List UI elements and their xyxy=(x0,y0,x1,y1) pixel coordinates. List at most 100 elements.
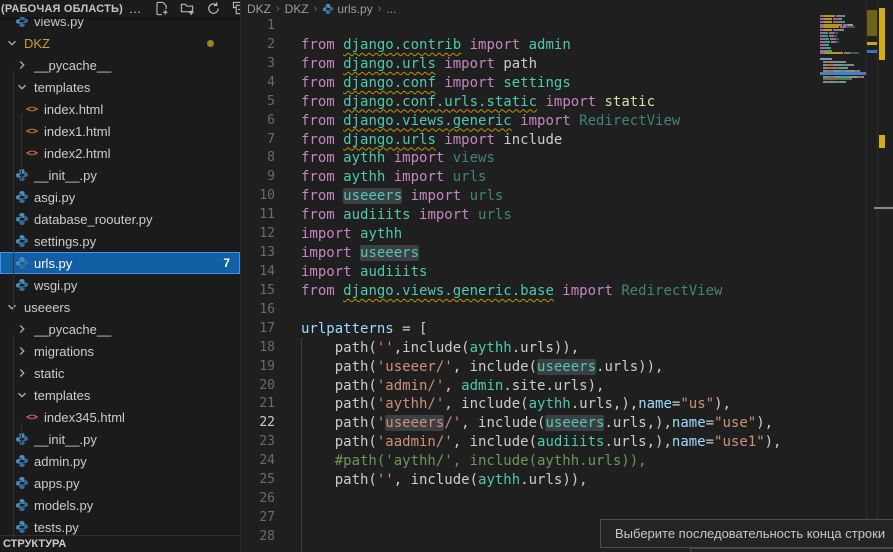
code-line-9[interactable]: 9from aythh import urls xyxy=(241,168,863,187)
tree-item-DKZ[interactable]: DKZ xyxy=(0,32,240,54)
explorer-section-header[interactable]: (РАБОЧАЯ ОБЛАСТЬ) … xyxy=(0,0,240,17)
line-number: 20 xyxy=(241,377,275,396)
python-icon xyxy=(14,16,30,29)
tree-item-index2.html[interactable]: <>index2.html xyxy=(0,142,240,164)
tree-item-label: __pycache__ xyxy=(34,322,111,337)
code-line-25[interactable]: 25 path('', include(aythh.urls)), xyxy=(241,471,863,490)
code-line-8[interactable]: 8from aythh import views xyxy=(241,149,863,168)
code-line-2[interactable]: 2from django.contrib import admin xyxy=(241,36,863,55)
workspace-title: (РАБОЧАЯ ОБЛАСТЬ) xyxy=(1,3,123,15)
code-line-22[interactable]: 22 path('useeers/', include(useeers.urls… xyxy=(241,414,863,433)
tree-item-urls.py[interactable]: urls.py7 xyxy=(0,252,240,274)
minimap-current-line xyxy=(820,72,866,75)
new-file-icon[interactable] xyxy=(153,1,170,17)
collapse-folders-icon[interactable] xyxy=(231,1,241,17)
tree-item-database_roouter.py[interactable]: database_roouter.py xyxy=(0,208,240,230)
code-line-20[interactable]: 20 path('admin/', admin.site.urls), xyxy=(241,377,863,396)
overview-ruler-warning-marker[interactable] xyxy=(879,8,885,60)
tree-item-__init__.py[interactable]: __init__.py xyxy=(0,164,240,186)
code-line-15[interactable]: 15from django.views.generic.base import … xyxy=(241,282,863,301)
line-content: from audiiits import urls xyxy=(275,206,512,225)
line-content: from django.views.generic import Redirec… xyxy=(275,112,680,131)
code-line-23[interactable]: 23 path('aadmin/', include(audiiits.urls… xyxy=(241,433,863,452)
line-content: from aythh import urls xyxy=(275,168,486,187)
breadcrumb-separator: › xyxy=(312,3,320,15)
chevron-right-icon xyxy=(14,365,30,381)
breadcrumb-item-urls.py[interactable]: urls.py xyxy=(337,2,372,16)
tree-item-asgi.py[interactable]: asgi.py xyxy=(0,186,240,208)
problems-badge: 7 xyxy=(223,256,230,270)
tree-indent-guide xyxy=(21,114,22,180)
code-line-6[interactable]: 6from django.views.generic import Redire… xyxy=(241,112,863,131)
code-line-12[interactable]: 12import aythh xyxy=(241,225,863,244)
scrollbar-slider-edge[interactable] xyxy=(874,207,893,209)
minimap[interactable] xyxy=(820,12,866,108)
line-content: import aythh xyxy=(275,225,402,244)
python-icon xyxy=(14,233,30,249)
code-line-13[interactable]: 13import useeers xyxy=(241,244,863,263)
outline-header-label: СТРУКТУРА xyxy=(3,538,66,550)
code-area[interactable]: 12from django.contrib import admin3from … xyxy=(241,17,863,547)
tree-item-settings.py[interactable]: settings.py xyxy=(0,230,240,252)
tree-item-label: views.py xyxy=(34,16,84,29)
code-line-1[interactable]: 1 xyxy=(241,17,863,36)
python-icon xyxy=(14,211,30,227)
tree-item-templates[interactable]: templates xyxy=(0,384,240,406)
chevron-down-icon xyxy=(4,35,20,51)
overview-ruler-warning-marker[interactable] xyxy=(879,135,885,148)
code-line-26[interactable]: 26 xyxy=(241,490,863,509)
minimap-line xyxy=(820,90,866,93)
tree-item-label: DKZ xyxy=(24,36,50,51)
code-line-14[interactable]: 14import audiiits xyxy=(241,263,863,282)
code-line-17[interactable]: 17urlpatterns = [ xyxy=(241,320,863,339)
tree-item-__init__.py[interactable]: __init__.py xyxy=(0,428,240,450)
code-line-11[interactable]: 11from audiiits import urls xyxy=(241,206,863,225)
line-number: 12 xyxy=(241,225,275,244)
line-content xyxy=(275,301,301,320)
tree-item-label: index.html xyxy=(44,102,103,117)
line-number: 1 xyxy=(241,17,275,36)
code-line-7[interactable]: 7from django.urls import include xyxy=(241,131,863,150)
tree-item-__pycache__[interactable]: __pycache__ xyxy=(0,54,240,76)
code-line-16[interactable]: 16 xyxy=(241,301,863,320)
line-content: from useeers import urls xyxy=(275,187,503,206)
code-line-4[interactable]: 4from django.conf import settings xyxy=(241,74,863,93)
code-line-5[interactable]: 5from django.conf.urls.static import sta… xyxy=(241,93,863,112)
code-line-19[interactable]: 19 path('useeer/', include(useeers.urls)… xyxy=(241,358,863,377)
code-line-3[interactable]: 3from django.urls import path xyxy=(241,55,863,74)
modified-dot xyxy=(207,40,214,47)
tree-item-label: tests.py xyxy=(34,520,79,535)
tree-item-label: settings.py xyxy=(34,234,96,249)
outline-section-header[interactable]: СТРУКТУРА xyxy=(0,535,240,552)
line-number: 14 xyxy=(241,263,275,282)
tree-item-index345.html[interactable]: <>index345.html xyxy=(0,406,240,428)
tree-item-index1.html[interactable]: <>index1.html xyxy=(0,120,240,142)
tree-item-__pycache__[interactable]: __pycache__ xyxy=(0,318,240,340)
line-number: 9 xyxy=(241,168,275,187)
tree-item-migrations[interactable]: migrations xyxy=(0,340,240,362)
tree-item-static[interactable]: static xyxy=(0,362,240,384)
code-line-10[interactable]: 10from useeers import urls xyxy=(241,187,863,206)
code-line-18[interactable]: 18 path('',include(aythh.urls)), xyxy=(241,339,863,358)
line-number: 2 xyxy=(241,36,275,55)
eol-tooltip-text: Выберите последовательность конца строки xyxy=(615,526,885,541)
tree-item-models.py[interactable]: models.py xyxy=(0,494,240,516)
tree-item-apps.py[interactable]: apps.py xyxy=(0,472,240,494)
tree-item-templates[interactable]: templates xyxy=(0,76,240,98)
breadcrumb-item-DKZ[interactable]: DKZ xyxy=(247,2,271,16)
breadcrumb-item-DKZ[interactable]: DKZ xyxy=(285,2,309,16)
code-line-21[interactable]: 21 path('aythh/', include(aythh.urls,),n… xyxy=(241,395,863,414)
tree-item-views.py[interactable]: views.py xyxy=(0,16,240,32)
line-number: 11 xyxy=(241,206,275,225)
tree-item-admin.py[interactable]: admin.py xyxy=(0,450,240,472)
refresh-icon[interactable] xyxy=(205,1,222,17)
breadcrumb-item-...[interactable]: ... xyxy=(386,2,396,16)
tree-item-useeers[interactable]: useeers xyxy=(0,296,240,318)
more-actions-icon[interactable]: … xyxy=(127,1,144,17)
new-folder-icon[interactable] xyxy=(179,1,196,17)
code-line-24[interactable]: 24 #path('aythh/', include(aythh.urls)), xyxy=(241,452,863,471)
tree-item-index.html[interactable]: <>index.html xyxy=(0,98,240,120)
line-number: 18 xyxy=(241,339,275,358)
python-icon xyxy=(14,497,30,513)
tree-item-wsgi.py[interactable]: wsgi.py xyxy=(0,274,240,296)
